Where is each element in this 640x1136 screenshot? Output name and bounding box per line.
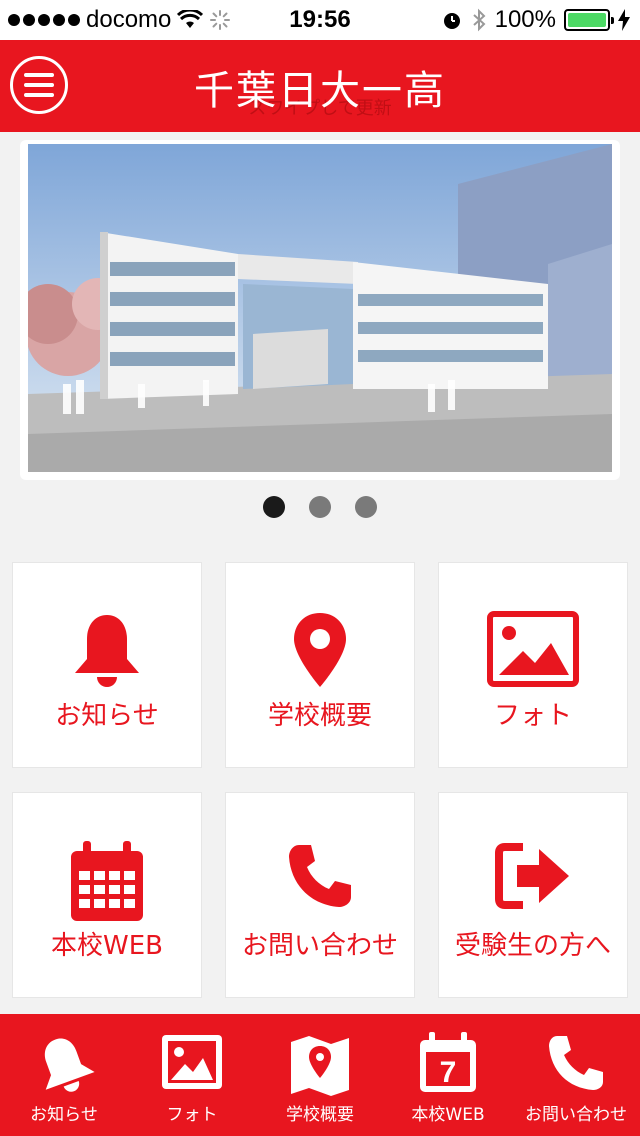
charging-bolt-icon xyxy=(618,9,630,31)
bluetooth-icon xyxy=(472,8,486,32)
exit-arrow-icon xyxy=(495,843,569,909)
phone-icon xyxy=(549,1036,603,1090)
pager-dot[interactable] xyxy=(309,496,331,518)
svg-text:7: 7 xyxy=(440,1056,457,1089)
tab-school-web[interactable]: 7 本校WEB xyxy=(384,1014,512,1136)
bottom-tab-bar: お知らせ フォト 学校概要 7 本校WEB お問い合わせ xyxy=(0,1014,640,1136)
tile-label: 学校概要 xyxy=(267,701,372,731)
tile-label: フォト xyxy=(493,701,572,731)
tile-school-web[interactable]: 本校WEB xyxy=(12,792,202,998)
page-title: 千葉日大一高 xyxy=(194,68,446,114)
tile-photo[interactable]: フォト xyxy=(438,562,628,768)
tab-label: お知らせ xyxy=(30,1105,98,1125)
calendar-icon xyxy=(71,841,143,921)
tile-news[interactable]: お知らせ xyxy=(12,562,202,768)
bell-icon xyxy=(75,615,139,687)
status-right: 100% xyxy=(441,6,630,34)
tab-label: 本校WEB xyxy=(411,1105,485,1125)
battery-percent: 100% xyxy=(494,6,556,33)
tile-label: お知らせ xyxy=(55,701,159,731)
tile-label: 本校WEB xyxy=(51,931,163,961)
tab-label: フォト xyxy=(166,1105,218,1125)
tile-school-overview[interactable]: 学校概要 xyxy=(225,562,415,768)
slider-pager xyxy=(0,496,640,518)
tab-label: お問い合わせ xyxy=(525,1105,627,1125)
tab-contact[interactable]: お問い合わせ xyxy=(512,1014,640,1136)
map-pin-icon xyxy=(294,613,346,687)
phone-icon xyxy=(289,845,351,907)
tile-contact[interactable]: お問い合わせ xyxy=(225,792,415,998)
photo-icon xyxy=(487,611,579,687)
battery-icon xyxy=(564,9,614,31)
app-header: スワイプして更新 千葉日大一高 xyxy=(0,40,640,132)
tile-label: 受験生の方へ xyxy=(454,931,611,961)
pager-dot[interactable] xyxy=(355,496,377,518)
pager-dot[interactable] xyxy=(263,496,285,518)
map-icon xyxy=(291,1036,349,1096)
calendar-icon: 7 xyxy=(420,1032,476,1092)
tab-news[interactable]: お知らせ xyxy=(0,1014,128,1136)
photo-icon xyxy=(162,1035,222,1089)
alarm-clock-icon xyxy=(443,13,460,29)
tab-label: 学校概要 xyxy=(286,1105,354,1125)
status-bar: docomo 19:56 100% xyxy=(0,0,640,40)
tile-applicants[interactable]: 受験生の方へ xyxy=(438,792,628,998)
tab-photo[interactable]: フォト xyxy=(128,1014,256,1136)
tab-school-overview[interactable]: 学校概要 xyxy=(256,1014,384,1136)
image-slider[interactable] xyxy=(20,140,620,480)
school-building-image xyxy=(28,144,612,472)
bell-icon xyxy=(44,1038,95,1092)
tile-label: お問い合わせ xyxy=(241,931,398,961)
